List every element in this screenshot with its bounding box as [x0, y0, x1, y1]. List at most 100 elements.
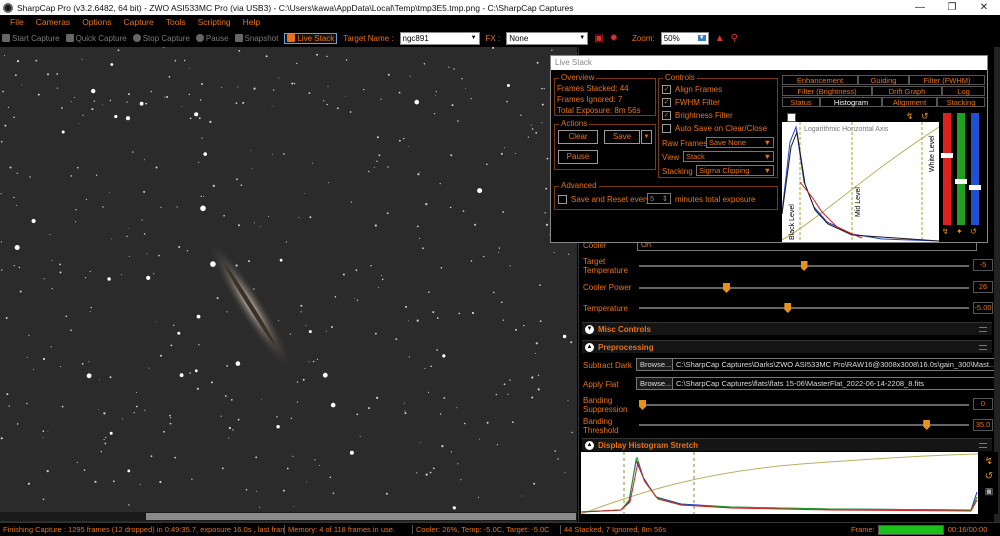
image-horizontal-scrollbar[interactable]	[0, 512, 577, 521]
stop-capture-button[interactable]: Stop Capture	[132, 34, 190, 43]
star	[316, 53, 319, 56]
raw-frames-select[interactable]: Save None ▼	[706, 137, 774, 148]
tab-histogram[interactable]: Histogram	[820, 97, 882, 107]
display-histogram-chart[interactable]	[581, 452, 978, 514]
star	[31, 218, 36, 224]
banding-threshold-slider[interactable]	[639, 420, 969, 430]
camera-image-view[interactable]	[0, 47, 577, 522]
star	[150, 455, 153, 458]
scrollbar-thumb[interactable]	[146, 513, 576, 520]
menu-scripting[interactable]: Scripting	[198, 17, 231, 27]
tab-alignment[interactable]: Alignment	[882, 97, 937, 107]
dark-file-path[interactable]: C:\SharpCap Captures\Darks\ZWO ASI533MC …	[672, 358, 995, 371]
brightness-filter-checkbox[interactable]: ✓	[662, 111, 671, 120]
cooler-power-slider[interactable]	[639, 283, 969, 293]
fwhm-filter-checkbox[interactable]: ✓	[662, 98, 671, 107]
slider-thumb[interactable]	[784, 303, 792, 313]
start-capture-button[interactable]: Start Capture	[2, 34, 60, 43]
menu-icon[interactable]	[979, 442, 987, 448]
color-balance-sliders[interactable]: ↯ ✦ ↺	[939, 109, 985, 241]
clear-button[interactable]: Clear	[558, 130, 598, 144]
align-frames-checkbox[interactable]: ✓	[662, 85, 671, 94]
save-button[interactable]: Save	[604, 130, 640, 144]
menu-capture[interactable]: Capture	[123, 17, 153, 27]
temperature-value[interactable]: -5.00	[973, 302, 993, 314]
banding-suppression-value[interactable]: 0	[973, 398, 993, 410]
menu-help[interactable]: Help	[243, 17, 260, 27]
maximize-icon[interactable]: ❐	[936, 2, 968, 13]
crosshair-icon[interactable]: ▣	[594, 33, 603, 44]
green-balance-bar[interactable]	[957, 113, 965, 225]
banding-threshold-value[interactable]: 35.0	[973, 419, 993, 431]
star	[75, 209, 77, 211]
slider-thumb[interactable]	[639, 400, 646, 410]
close-icon[interactable]: ✕	[968, 2, 1000, 13]
blue-balance-bar[interactable]	[971, 113, 979, 225]
temperature-slider[interactable]	[639, 303, 969, 313]
slider-thumb[interactable]	[800, 261, 808, 271]
fx-select[interactable]: None ▼	[506, 31, 589, 45]
misc-controls-header[interactable]: ▼ Misc Controls	[582, 322, 992, 335]
star	[183, 59, 186, 62]
reset-icon[interactable]: ↺	[980, 471, 998, 482]
dark-browse-button[interactable]: Browse...	[636, 358, 676, 371]
log-axis-checkbox[interactable]	[787, 113, 796, 122]
tab-log[interactable]: Log	[942, 86, 985, 96]
live-stack-button[interactable]: Live Stack	[284, 32, 338, 44]
tab-guiding[interactable]: Guiding	[858, 75, 909, 85]
zoom-select[interactable]: 50% ▼	[660, 31, 709, 45]
pause-stack-button[interactable]: Pause	[558, 150, 598, 164]
save-reset-checkbox[interactable]	[558, 195, 567, 204]
menu-tools[interactable]: Tools	[166, 17, 186, 27]
zoom-in-icon[interactable]: ▲	[715, 33, 725, 44]
slider-thumb[interactable]	[923, 420, 931, 430]
view-select[interactable]: Stack ▼	[683, 151, 774, 162]
lightning-icon[interactable]: ↯	[906, 111, 914, 122]
cooler-power-value[interactable]: 26	[973, 281, 993, 293]
red-balance-handle[interactable]	[941, 153, 953, 158]
target-temperature-slider[interactable]	[639, 261, 969, 271]
snapshot-button[interactable]: Snapshot	[234, 34, 278, 43]
green-balance-handle[interactable]	[955, 179, 967, 184]
minimize-icon[interactable]: —	[904, 2, 936, 13]
save-dropdown-button[interactable]: ▼	[641, 130, 652, 144]
menu-icon[interactable]	[979, 344, 987, 350]
tab-status[interactable]: Status	[782, 97, 820, 107]
menu-cameras[interactable]: Cameras	[36, 17, 70, 27]
tab-filter-fwhm[interactable]: Filter (FWHM)	[909, 75, 985, 85]
reset-icon[interactable]: ↺	[970, 227, 977, 236]
lightning-icon[interactable]: ↯	[942, 227, 949, 236]
stack-histogram-chart[interactable]: Logarithmic Horizontal Axis Black Level …	[782, 122, 939, 242]
red-balance-bar[interactable]	[943, 113, 951, 225]
panel-scrollbar[interactable]	[994, 47, 1000, 522]
flat-file-path[interactable]: C:\SharpCap Captures\flats\flats 15-06\M…	[672, 377, 995, 390]
tab-enhancement[interactable]: Enhancement	[782, 75, 858, 85]
banding-suppression-slider[interactable]	[639, 400, 969, 410]
blue-balance-handle[interactable]	[969, 185, 981, 190]
quick-capture-button[interactable]: Quick Capture	[65, 34, 127, 43]
menu-file[interactable]: File	[10, 17, 24, 27]
stacking-select[interactable]: Sigma Clipping ▼	[696, 165, 774, 176]
lightning-icon[interactable]: ↯	[980, 456, 998, 467]
slider-thumb[interactable]	[722, 283, 730, 293]
pause-button[interactable]: Pause	[195, 34, 229, 43]
star	[15, 74, 17, 77]
tab-stacking[interactable]: Stacking	[937, 97, 985, 107]
auto-save-checkbox[interactable]	[662, 124, 671, 133]
tab-filter-brightness[interactable]: Filter (Brightness)	[782, 86, 872, 96]
bright-star-icon[interactable]: ✹	[610, 33, 618, 44]
menu-options[interactable]: Options	[82, 17, 111, 27]
save-icon[interactable]: ▣	[980, 486, 998, 497]
flat-browse-button[interactable]: Browse...	[636, 377, 676, 390]
menu-icon[interactable]	[979, 326, 987, 332]
star	[168, 76, 171, 78]
display-histogram-header[interactable]: ▲ Display Histogram Stretch	[582, 438, 992, 451]
sparkle-icon[interactable]: ✦	[956, 227, 963, 236]
save-reset-minutes-input[interactable]: 5 ⇕	[647, 193, 671, 204]
preprocessing-header[interactable]: ▲ Preprocessing	[582, 340, 992, 353]
tab-drift-graph[interactable]: Drift Graph	[872, 86, 942, 96]
magnifier-icon[interactable]: ⚲	[731, 33, 738, 44]
reset-icon[interactable]: ↺	[921, 111, 929, 122]
target-temperature-value[interactable]: -5	[973, 259, 993, 271]
target-name-input[interactable]: ngc891 ▼	[399, 31, 480, 45]
